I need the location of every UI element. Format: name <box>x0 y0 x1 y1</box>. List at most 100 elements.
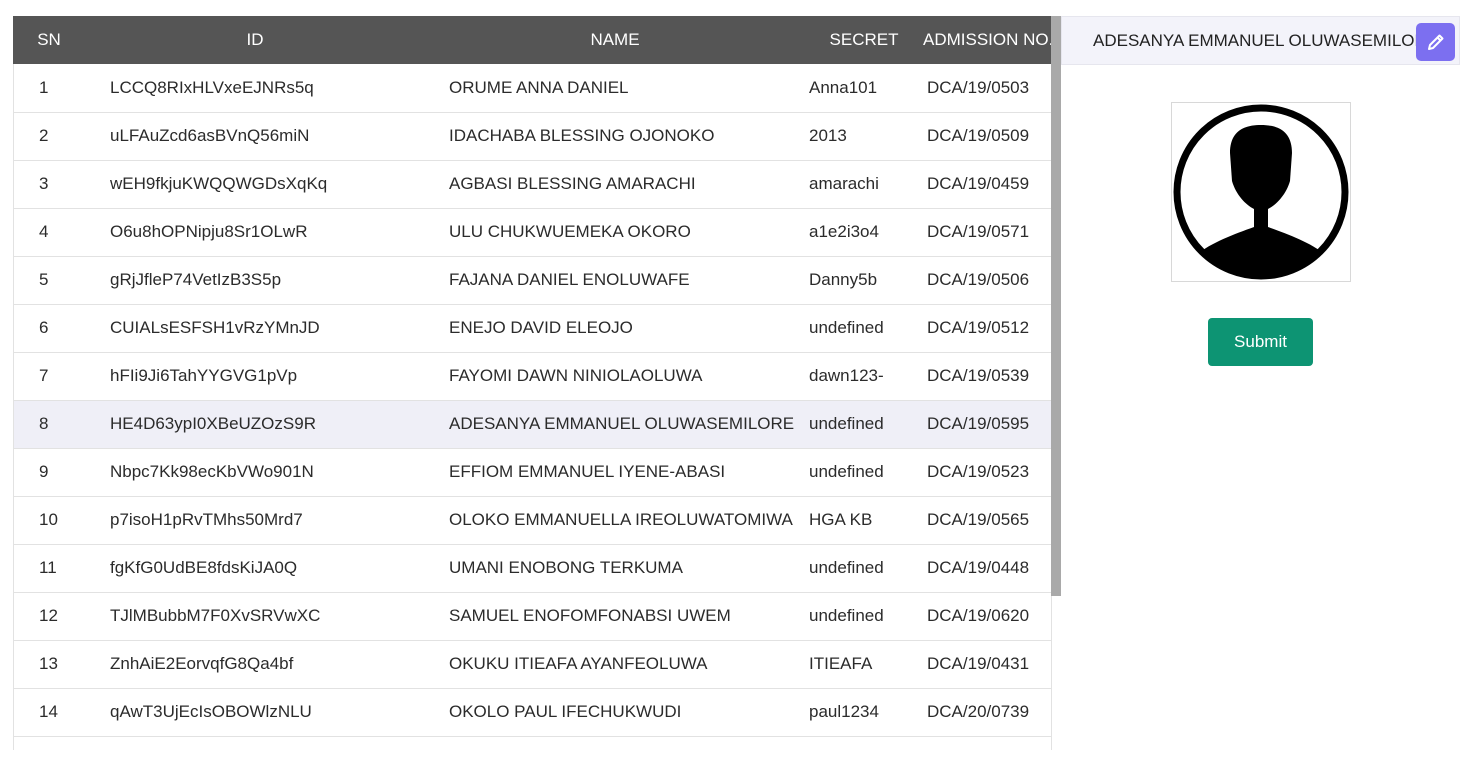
student-photo[interactable] <box>1171 102 1351 282</box>
user-avatar-icon <box>1173 104 1349 280</box>
cell-name: OKOLO PAUL IFECHUKWUDI <box>449 702 682 721</box>
cell-id: CUIALsESFSH1vRzYMnJD <box>110 318 320 337</box>
cell-admission-no: DCA/19/0539 <box>927 366 1030 385</box>
table-scrollbar[interactable] <box>1051 16 1061 596</box>
cell-sn: 9 <box>39 462 49 481</box>
table-row[interactable]: 11 fgKfG0UdBE8fdsKiJA0Q UMANI ENOBONG TERK… <box>13 544 1051 592</box>
cell-name: ORUME ANNA DANIEL <box>449 77 629 97</box>
cell-sn: 7 <box>39 366 49 385</box>
cell-secret: ITIEAFA <box>809 654 873 673</box>
table-row[interactable]: 2 uLFAuZcd6asBVnQ56miN IDACHABA BLESSING O… <box>13 112 1051 160</box>
cell-sn: 12 <box>39 606 58 625</box>
cell-admission-no: DCA/19/0523 <box>927 462 1030 481</box>
table-row[interactable]: 7 hFIi9Ji6TahYYGVG1pVp FAYOMI DAWN NINIOLA… <box>13 352 1051 400</box>
table-row[interactable]: 9 Nbpc7Kk98ecKbVWo901N EFFIOM EMMANUEL IYE… <box>13 448 1051 496</box>
column-header-name[interactable]: NAME <box>425 16 805 64</box>
cell-id: fgKfG0UdBE8fdsKiJA0Q <box>110 558 298 577</box>
table-header-row: SN ID NAME SECRET ADMISSION NO. <box>13 16 1053 64</box>
cell-id: wEH9fkjuKWQQWGDsXqKq <box>110 174 328 193</box>
cell-id: ZnhAiE2EorvqfG8Qa4bf <box>110 654 294 673</box>
cell-name: OLOKO EMMANUELLA IREOLUWATOMIWA <box>449 510 793 529</box>
cell-sn: 3 <box>39 174 49 193</box>
cell-secret: HGA KB <box>809 510 873 529</box>
cell-secret: undefined <box>809 462 884 481</box>
cell-name: SAMUEL ENOFOMFONABSI UWEM <box>449 606 731 625</box>
cell-secret: amarachi <box>809 174 879 193</box>
students-table: SN ID NAME SECRET ADMISSION NO. 1 LCCQ8RI… <box>13 16 1053 737</box>
cell-sn: 13 <box>39 654 58 673</box>
table-row[interactable]: 6 CUIALsESFSH1vRzYMnJD ENEJO DAVID ELEOJO u… <box>13 304 1051 352</box>
cell-admission-no: DCA/19/0565 <box>927 510 1030 529</box>
column-header-secret[interactable]: SECRET <box>805 16 923 64</box>
cell-secret: undefined <box>809 558 884 577</box>
cell-id: Nbpc7Kk98ecKbVWo901N <box>110 462 314 481</box>
table-row[interactable]: 12 TJlMBubbM7F0XvSRVwXC SAMUEL ENOFOMFONAB… <box>13 592 1051 640</box>
cell-id: O6u8hOPNipju8Sr1OLwR <box>110 222 308 241</box>
table-body: 1 LCCQ8RIxHLVxeEJNRs5q ORUME ANNA DANIEL An… <box>13 64 1051 736</box>
cell-admission-no: DCA/19/0512 <box>927 318 1030 337</box>
column-header-sn[interactable]: SN <box>13 16 85 64</box>
edit-button[interactable] <box>1416 23 1455 61</box>
cell-name: EFFIOM EMMANUEL IYENE-ABASI <box>449 462 726 481</box>
table-row[interactable]: 5 gRjJfleP74VetIzB3S5p FAJANA DANIEL ENOLU… <box>13 256 1051 304</box>
table-row[interactable]: 1 LCCQ8RIxHLVxeEJNRs5q ORUME ANNA DANIEL An… <box>13 64 1051 112</box>
column-header-admission-no[interactable]: ADMISSION NO. <box>923 16 1053 64</box>
cell-secret: dawn123- <box>809 366 884 385</box>
cell-id: gRjJfleP74VetIzB3S5p <box>110 270 282 289</box>
cell-admission-no: DCA/19/0431 <box>927 654 1030 673</box>
cell-secret: paul1234 <box>809 702 879 721</box>
cell-admission-no: DCA/19/0503 <box>927 77 1030 97</box>
selected-student-header: ADESANYA EMMANUEL OLUWASEMILORE <box>1061 16 1460 65</box>
cell-secret: Anna101 <box>809 77 878 97</box>
cell-id: uLFAuZcd6asBVnQ56miN <box>110 126 310 145</box>
cell-admission-no: DCA/19/0620 <box>927 606 1030 625</box>
cell-name: ULU CHUKWUEMEKA OKORO <box>449 222 691 241</box>
cell-sn: 2 <box>39 126 49 145</box>
submit-button[interactable]: Submit <box>1208 318 1313 366</box>
cell-name: IDACHABA BLESSING OJONOKO <box>449 126 715 145</box>
cell-admission-no: DCA/19/0448 <box>927 558 1030 577</box>
cell-name: FAJANA DANIEL ENOLUWAFE <box>449 270 690 289</box>
table-row[interactable]: 13 ZnhAiE2EorvqfG8Qa4bf OKUKU ITIEAFA AYAN… <box>13 640 1051 688</box>
cell-secret: undefined <box>809 414 884 433</box>
cell-admission-no: DCA/19/0509 <box>927 126 1030 145</box>
cell-admission-no: DCA/19/0459 <box>927 174 1030 193</box>
cell-sn: 11 <box>39 558 57 577</box>
cell-secret: undefined <box>809 606 884 625</box>
table-row[interactable]: 3 wEH9fkjuKWQQWGDsXqKq AGBASI BLESSING AMA… <box>13 160 1051 208</box>
cell-name: OKUKU ITIEAFA AYANFEOLUWA <box>449 654 708 673</box>
cell-admission-no: DCA/19/0571 <box>927 222 1030 241</box>
cell-sn: 6 <box>39 318 49 337</box>
cell-secret: 2013 <box>809 126 847 145</box>
cell-secret: a1e2i3o4 <box>809 222 879 241</box>
column-header-id[interactable]: ID <box>85 16 425 64</box>
cell-secret: Danny5b <box>809 270 878 289</box>
cell-name: ADESANYA EMMANUEL OLUWASEMILORE <box>449 414 795 433</box>
cell-sn: 5 <box>39 270 49 289</box>
cell-sn: 8 <box>39 414 49 433</box>
cell-id: TJlMBubbM7F0XvSRVwXC <box>110 606 321 625</box>
cell-admission-no: DCA/19/0595 <box>927 414 1030 433</box>
cell-secret: undefined <box>809 318 884 337</box>
cell-id: LCCQ8RIxHLVxeEJNRs5q <box>110 77 314 97</box>
cell-sn: 14 <box>39 702 58 721</box>
cell-sn: 4 <box>39 222 49 241</box>
cell-sn: 1 <box>39 77 49 97</box>
cell-id: qAwT3UjEcIsOBOWlzNLU <box>110 702 312 721</box>
cell-name: FAYOMI DAWN NINIOLAOLUWA <box>449 366 703 385</box>
cell-id: HE4D63ypI0XBeUZOzS9R <box>110 414 316 433</box>
table-row[interactable]: 4 O6u8hOPNipju8Sr1OLwR ULU CHUKWUEMEKA OKO… <box>13 208 1051 256</box>
table-row[interactable]: 8 HE4D63ypI0XBeUZOzS9R ADESANYA EMMANUEL O… <box>13 400 1051 448</box>
table-row[interactable]: 10 p7isoH1pRvTMhs50Mrd7 OLOKO EMMANUELLA I… <box>13 496 1051 544</box>
cell-id: p7isoH1pRvTMhs50Mrd7 <box>110 510 303 529</box>
cell-name: AGBASI BLESSING AMARACHI <box>449 174 696 193</box>
students-table-container: SN ID NAME SECRET ADMISSION NO. 1 LCCQ8RI… <box>13 16 1053 737</box>
cell-sn: 10 <box>39 510 58 529</box>
pencil-icon <box>1427 34 1443 50</box>
cell-id: hFIi9Ji6TahYYGVG1pVp <box>110 366 298 385</box>
cell-name: ENEJO DAVID ELEOJO <box>449 318 633 337</box>
cell-admission-no: DCA/20/0739 <box>927 702 1030 721</box>
cell-name: UMANI ENOBONG TERKUMA <box>449 558 683 577</box>
table-row[interactable]: 14 qAwT3UjEcIsOBOWlzNLU OKOLO PAUL IFECHUK… <box>13 688 1051 736</box>
selected-student-name: ADESANYA EMMANUEL OLUWASEMILORE <box>1093 31 1439 50</box>
